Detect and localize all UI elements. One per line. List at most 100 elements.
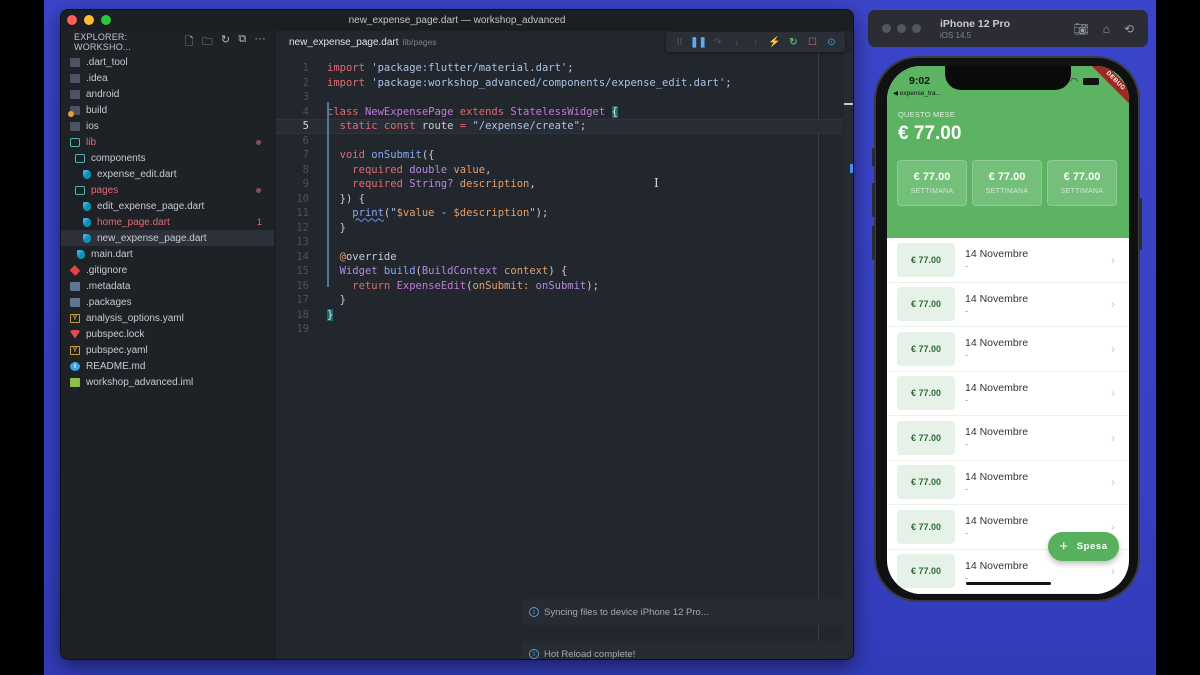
tree-item[interactable]: expense_edit.dart	[61, 166, 274, 182]
close-button[interactable]	[882, 24, 891, 33]
expense-date: 14 Novembre	[965, 292, 1029, 305]
code-line[interactable]: 16 return ExpenseEdit(onSubmit: onSubmit…	[276, 279, 843, 294]
code-line[interactable]: 4 class NewExpensePage extends StatelessW…	[276, 105, 843, 120]
tree-item[interactable]: ios	[61, 118, 274, 134]
folder-icon	[70, 73, 80, 83]
yaml-icon: Y	[70, 345, 80, 355]
tree-item[interactable]: workshop_advanced.iml	[61, 374, 274, 390]
code-line[interactable]: 1 import 'package:flutter/material.dart';	[276, 61, 843, 76]
tree-item-label: android	[86, 88, 120, 100]
code-line[interactable]: 5 static const route = "/expense/create"…	[276, 119, 843, 134]
battery-icon	[1083, 78, 1099, 85]
code-line[interactable]: 6	[276, 134, 843, 149]
zoom-button[interactable]	[912, 24, 921, 33]
notification-text: Hot Reload complete!	[544, 648, 636, 660]
code-line[interactable]: 17 }	[276, 293, 843, 308]
drag-grip-icon[interactable]: ⠿	[670, 37, 689, 48]
week-card[interactable]: € 77.00 SETTIMANA	[897, 160, 967, 206]
stop-icon[interactable]: ☐	[803, 37, 822, 48]
collapse-all-icon[interactable]: ⧉	[238, 33, 246, 52]
code-line[interactable]: 10 }) {	[276, 192, 843, 207]
screenshot-icon[interactable]: 📷︎	[1073, 22, 1088, 36]
code-text: required double value,	[352, 163, 492, 176]
expense-description: -	[965, 439, 968, 450]
refresh-icon[interactable]: ↻	[221, 33, 230, 52]
tree-item[interactable]: .idea	[61, 70, 274, 86]
tree-item[interactable]: pubspec.lock	[61, 326, 274, 342]
tree-item[interactable]: .metadata	[61, 278, 274, 294]
code-line[interactable]: 14 @override	[276, 250, 843, 265]
code-line[interactable]: 9 required String? description,	[276, 177, 843, 192]
tree-item[interactable]: .dart_tool	[61, 54, 274, 70]
step-into-icon[interactable]: ↓	[727, 37, 746, 48]
week-card[interactable]: € 77.00 SETTIMANA	[1047, 160, 1117, 206]
code-line[interactable]: 7 void onSubmit({	[276, 148, 843, 163]
new-file-icon[interactable]: 🗋	[185, 33, 194, 52]
tree-item[interactable]: pages	[61, 182, 274, 198]
step-out-icon[interactable]: ↑	[746, 37, 765, 48]
expense-list-item[interactable]: € 77.00 14 Novembre - ›	[887, 372, 1129, 416]
back-to-app-link[interactable]: ◀ expense_tra...	[893, 89, 941, 97]
code-line[interactable]: 18}	[276, 308, 843, 323]
expense-list-item[interactable]: € 77.00 14 Novembre - ›	[887, 461, 1129, 505]
tab-path: lib/pages	[402, 37, 437, 47]
zoom-button[interactable]	[101, 15, 111, 25]
editor-scrollbar[interactable]	[844, 53, 853, 659]
minimize-button[interactable]	[84, 15, 94, 25]
info-icon: i	[529, 607, 539, 617]
step-over-icon[interactable]: ↷	[708, 37, 727, 48]
code-line[interactable]: 2 import 'package:workshop_advanced/compo…	[276, 76, 843, 91]
rotate-icon[interactable]: ⟲	[1124, 22, 1134, 36]
expense-list-item[interactable]: € 77.00 14 Novembre - ›	[887, 327, 1129, 372]
code-area[interactable]: 1 import 'package:flutter/material.dart';…	[276, 61, 843, 337]
code-line[interactable]: 11 print("$value - $description");	[276, 206, 843, 221]
minimize-button[interactable]	[897, 24, 906, 33]
hot-reload-icon[interactable]: ⚡	[765, 37, 784, 48]
tree-item[interactable]: edit_expense_page.dart	[61, 198, 274, 214]
close-button[interactable]	[67, 15, 77, 25]
tree-item[interactable]: android	[61, 86, 274, 102]
code-line[interactable]: 13	[276, 235, 843, 250]
inspect-widget-icon[interactable]: ⊙	[822, 37, 841, 48]
home-icon[interactable]: ⌂	[1103, 22, 1110, 36]
file-tree: .dart_tool .idea android build ios lib compone…	[61, 54, 274, 390]
tree-item[interactable]: components	[61, 150, 274, 166]
expense-list-item[interactable]: € 77.00 14 Novembre - ›	[887, 416, 1129, 461]
git-icon	[69, 264, 81, 276]
tree-item-label: pubspec.yaml	[86, 344, 148, 356]
expense-list-item[interactable]: € 77.00 14 Novembre - ›	[887, 238, 1129, 283]
code-text: required String? description,	[352, 178, 536, 191]
expense-amount: € 77.00	[897, 420, 955, 455]
tree-item-label: lib	[86, 136, 97, 148]
new-folder-icon[interactable]: 🗀	[202, 33, 213, 52]
code-line[interactable]: 3	[276, 90, 843, 105]
tree-item[interactable]: Yanalysis_options.yaml	[61, 310, 274, 326]
hot-restart-icon[interactable]: ↻	[784, 37, 803, 48]
pause-icon[interactable]: ❚❚	[689, 37, 708, 48]
week-card[interactable]: € 77.00 SETTIMANA	[972, 160, 1042, 206]
tree-item[interactable]: home_page.dart 1	[61, 214, 274, 230]
tree-item[interactable]: lib	[61, 134, 274, 150]
expense-list-item[interactable]: € 77.00 14 Novembre - ›	[887, 283, 1129, 327]
more-icon[interactable]: ···	[254, 33, 266, 52]
tree-item[interactable]: main.dart	[61, 246, 274, 262]
tree-item[interactable]: .packages	[61, 294, 274, 310]
code-line[interactable]: 12 }	[276, 221, 843, 236]
notification-text: Syncing files to device iPhone 12 Pro...	[544, 606, 709, 618]
expense-description: -	[965, 261, 968, 272]
tree-item[interactable]: .gitignore	[61, 262, 274, 278]
expense-date: 14 Novembre	[965, 426, 1029, 439]
volume-down-button	[872, 226, 875, 260]
tree-item[interactable]: Ypubspec.yaml	[61, 342, 274, 358]
tree-item[interactable]: new_expense_page.dart	[61, 230, 274, 246]
code-line[interactable]: 15 Widget build(BuildContext context) {	[276, 264, 843, 279]
home-indicator[interactable]	[966, 582, 1051, 585]
code-text: print("$value - $description");	[352, 207, 549, 220]
status-time: 9:02	[909, 75, 931, 87]
code-line[interactable]: 19	[276, 322, 843, 337]
tree-item[interactable]: build	[61, 102, 274, 118]
add-expense-button[interactable]: + Spesa	[1048, 532, 1119, 561]
tree-item[interactable]: i README.md	[61, 358, 274, 374]
line-number: 13	[296, 236, 309, 249]
code-line[interactable]: 8 required double value,	[276, 163, 843, 178]
